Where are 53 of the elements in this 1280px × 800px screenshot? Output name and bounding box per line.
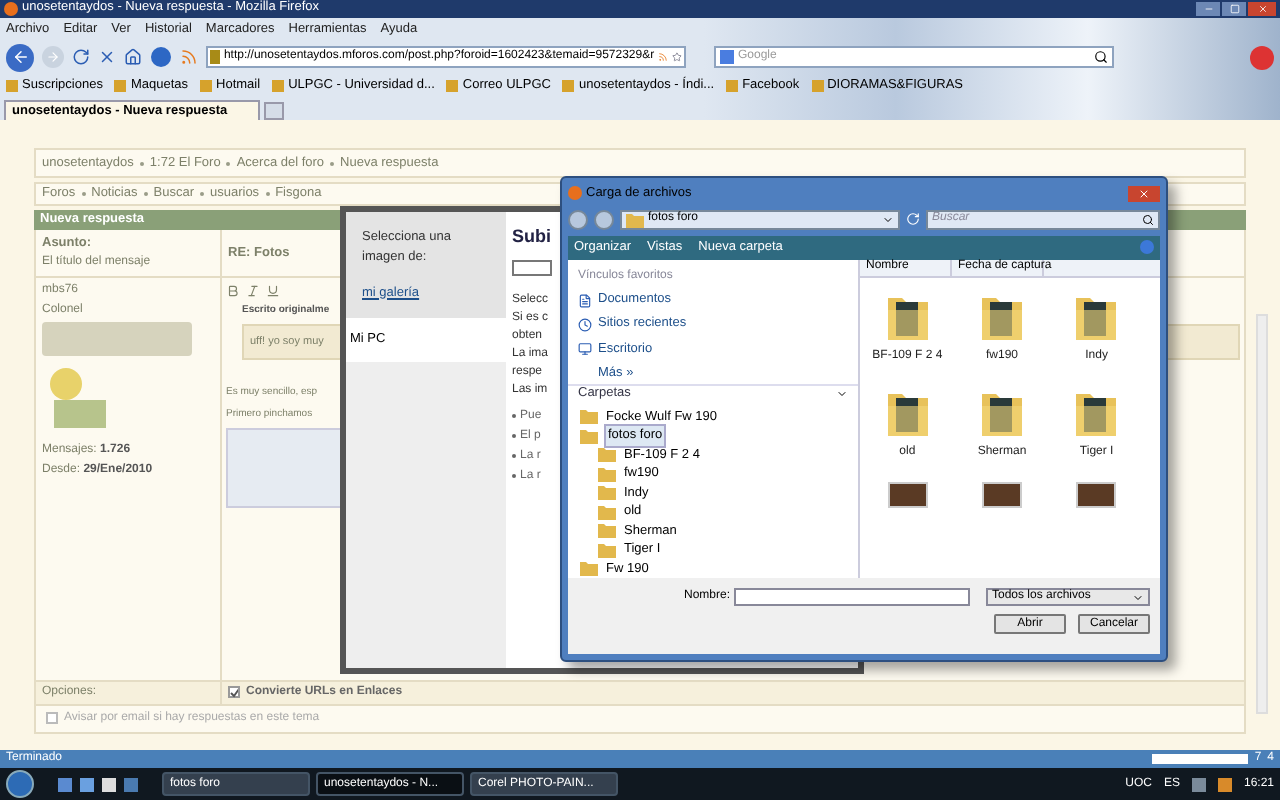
close-button[interactable] (1248, 2, 1276, 16)
rank-insignia-icon (42, 321, 192, 356)
bookmark-star-icon[interactable] (672, 50, 683, 64)
dropdown-icon[interactable] (882, 213, 894, 226)
back-arrow-icon (11, 48, 29, 66)
photo-placeholder (1076, 481, 1117, 508)
bookmark-icon (272, 80, 285, 92)
bookmark-icon (446, 80, 459, 92)
maximize-icon (1229, 4, 1239, 14)
document-icon (578, 293, 592, 308)
stop-sign-icon[interactable] (1250, 45, 1274, 69)
feed-icon[interactable] (180, 48, 198, 66)
photo-placeholder (887, 481, 928, 508)
refresh-icon[interactable] (906, 212, 920, 227)
start-button[interactable] (6, 770, 34, 798)
underline-icon[interactable] (266, 283, 280, 298)
photo-placeholder (981, 481, 1022, 508)
home-icon[interactable] (124, 48, 142, 66)
search-icon (1142, 213, 1154, 226)
stop-icon[interactable] (98, 48, 116, 66)
upload-heading: Subi (512, 224, 551, 250)
forward-arrow-icon (46, 50, 60, 64)
forward-button[interactable] (594, 209, 614, 230)
reload-icon[interactable] (72, 48, 90, 66)
minimize-icon (1203, 4, 1213, 14)
clock-icon (578, 317, 592, 332)
filename-field[interactable] (734, 588, 970, 607)
back-button[interactable] (6, 43, 34, 71)
input-field (512, 259, 552, 275)
browser-logo-icon (4, 2, 18, 16)
site-icon (210, 50, 220, 64)
maximize-button[interactable] (1222, 2, 1246, 16)
italic-icon[interactable] (246, 283, 260, 298)
bookmark-icon (200, 80, 213, 92)
close-button[interactable] (1128, 185, 1160, 202)
feed-icon (658, 50, 669, 64)
dropdown-icon (1132, 591, 1144, 604)
search-icon[interactable] (1094, 50, 1108, 64)
bookmark-icon (726, 80, 739, 92)
monitor-icon (578, 342, 592, 357)
screenshot-thumbnail (226, 428, 346, 509)
collapse-icon[interactable] (836, 388, 848, 401)
app-icon (568, 186, 582, 201)
checkbox[interactable] (228, 686, 240, 699)
bold-icon[interactable] (226, 283, 240, 298)
bookmark-icon (114, 80, 127, 92)
close-icon (1138, 187, 1150, 200)
new-tab-button[interactable] (264, 102, 284, 120)
bookmark-icon (6, 80, 18, 92)
bookmark-icon (562, 80, 575, 92)
checkbox[interactable] (46, 712, 58, 725)
back-button[interactable] (568, 209, 588, 230)
bookmark-icon (811, 80, 824, 92)
